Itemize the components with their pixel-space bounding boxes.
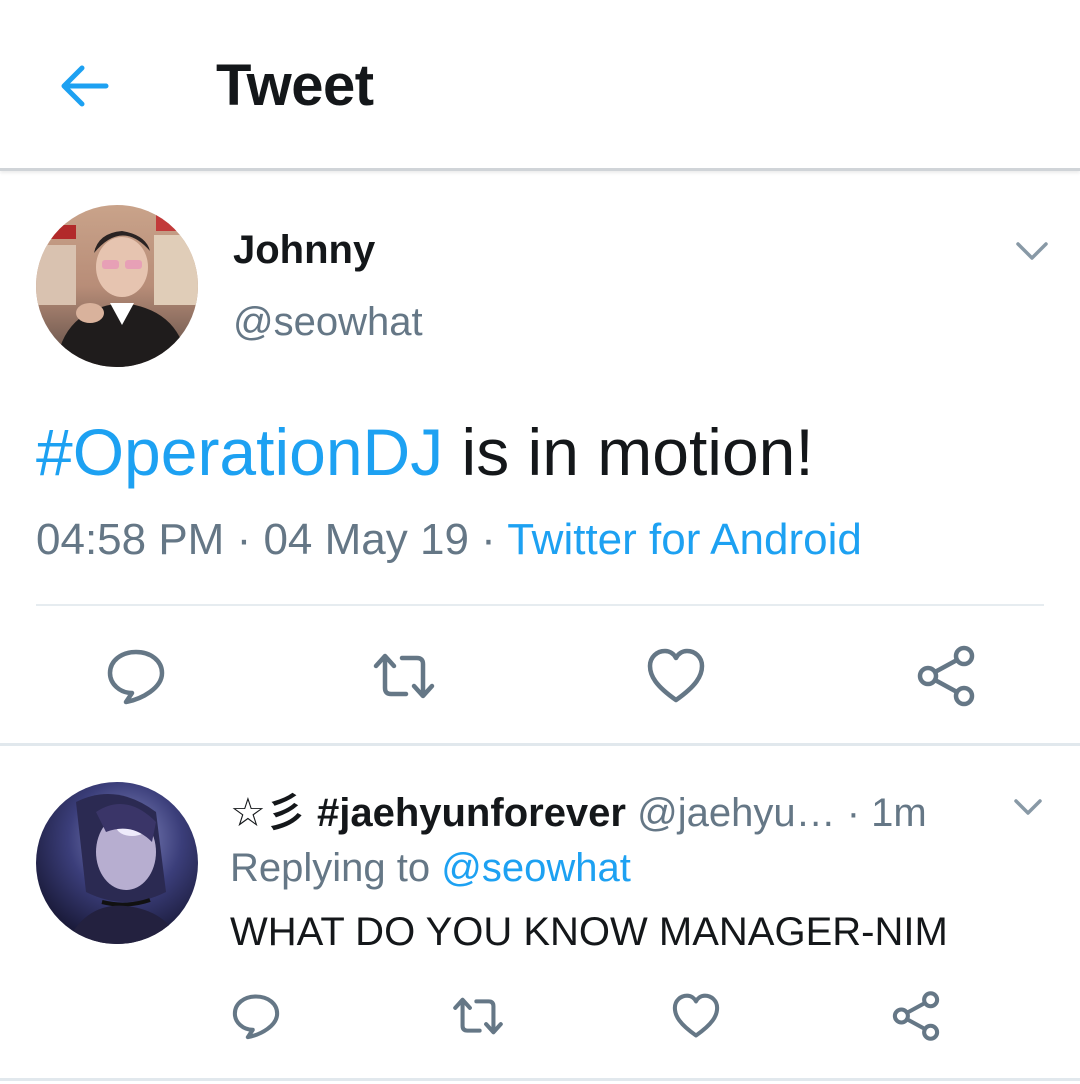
- share-icon: [892, 991, 940, 1041]
- chevron-down-icon: [1014, 799, 1042, 815]
- tweet-menu-button[interactable]: [1012, 234, 1052, 266]
- chevron-down-icon: [1016, 242, 1048, 260]
- author-name[interactable]: Johnny: [233, 228, 375, 273]
- tweet-date: 04 May 19: [263, 515, 469, 564]
- reply-icon: [232, 994, 280, 1040]
- divider: [0, 1078, 1080, 1081]
- meta-separator: ·: [468, 515, 508, 564]
- divider: [36, 604, 1044, 606]
- reply-icon: [107, 649, 165, 705]
- hashtag-link[interactable]: #OperationDJ: [36, 415, 443, 489]
- avatar[interactable]: [36, 205, 198, 367]
- reply-menu-button[interactable]: [1010, 792, 1046, 822]
- reply-button[interactable]: [104, 644, 168, 708]
- like-button[interactable]: [670, 990, 722, 1042]
- app-bar: Tweet: [0, 0, 1080, 171]
- tweet-source-link[interactable]: Twitter for Android: [507, 515, 862, 564]
- share-button[interactable]: [890, 990, 942, 1042]
- replying-prefix: Replying to: [230, 846, 442, 890]
- tweet-time: 04:58 PM: [36, 515, 225, 564]
- tweet-text-body: is in motion!: [443, 415, 814, 489]
- retweet-icon: [373, 653, 435, 699]
- reply-button[interactable]: [230, 990, 282, 1042]
- reply-header: ☆彡 #jaehyunforever @jaehyu… · 1m: [230, 780, 927, 838]
- like-button[interactable]: [644, 644, 708, 708]
- like-icon: [647, 648, 705, 703]
- reply-author-name[interactable]: ☆彡 #jaehyunforever: [230, 791, 626, 835]
- tweet-meta: 04:58 PM · 04 May 19 · Twitter for Andro…: [36, 515, 862, 565]
- divider: [0, 743, 1080, 746]
- share-button[interactable]: [914, 644, 978, 708]
- author-handle[interactable]: @seowhat: [233, 300, 423, 345]
- tweet-text: #OperationDJ is in motion!: [36, 412, 814, 492]
- meta-separator: ·: [224, 515, 264, 564]
- avatar[interactable]: [36, 782, 198, 944]
- retweet-button[interactable]: [372, 644, 436, 708]
- retweet-icon: [453, 997, 503, 1035]
- share-icon: [917, 645, 975, 707]
- reply-time: · 1m: [835, 791, 927, 835]
- back-button[interactable]: [52, 58, 116, 114]
- retweet-button[interactable]: [452, 990, 504, 1042]
- reply-text: WHAT DO YOU KNOW MANAGER-NIM: [230, 910, 948, 954]
- arrow-left-icon: [61, 65, 109, 107]
- reply-author-handle[interactable]: @jaehyu…: [626, 791, 835, 835]
- like-icon: [672, 993, 720, 1038]
- replying-to: Replying to @seowhat: [230, 846, 631, 891]
- page-title: Tweet: [216, 53, 374, 118]
- mention-link[interactable]: @seowhat: [441, 846, 631, 890]
